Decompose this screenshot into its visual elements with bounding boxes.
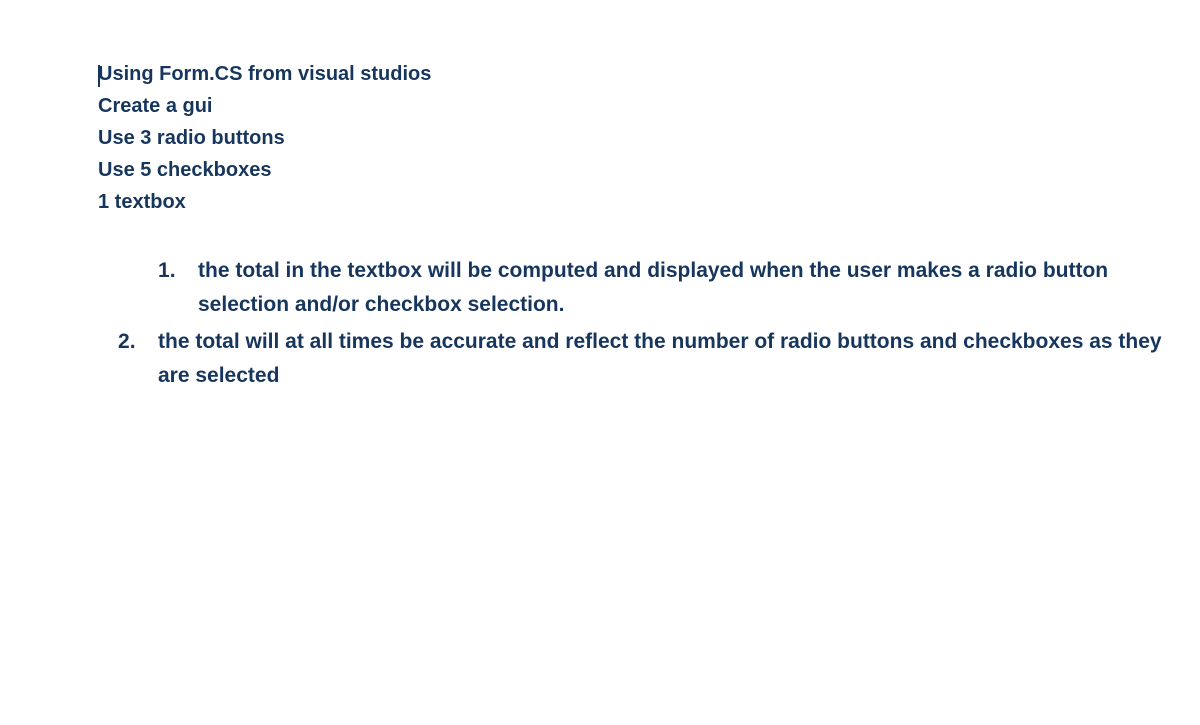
intro-line-4: Use 5 checkboxes — [98, 154, 1180, 186]
requirements-list: the total in the textbox will be compute… — [158, 254, 1180, 392]
list-item-1: the total in the textbox will be compute… — [158, 254, 1180, 321]
intro-block: Using Form.CS from visual studios Create… — [98, 58, 1180, 218]
text-cursor — [98, 65, 100, 87]
ordered-list-container: the total in the textbox will be compute… — [98, 254, 1180, 392]
intro-line-5: 1 textbox — [98, 186, 1180, 218]
intro-line-1: Using Form.CS from visual studios — [98, 58, 1180, 90]
intro-text-1: Using Form.CS from visual studios — [98, 63, 431, 85]
intro-line-3: Use 3 radio buttons — [98, 122, 1180, 154]
list-item-2: the total will at all times be accurate … — [118, 325, 1180, 392]
intro-line-2: Create a gui — [98, 90, 1180, 122]
